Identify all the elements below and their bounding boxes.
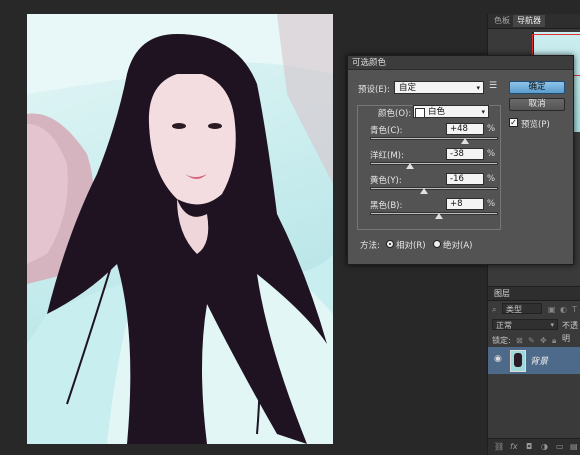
preview-checkbox[interactable]: ✓ (509, 118, 518, 127)
filter-icon[interactable]: ⌕ (492, 303, 496, 316)
layers-panel-title: 图层 (488, 286, 580, 301)
magenta-percent: % (487, 149, 496, 159)
blend-mode-value: 正常 (496, 321, 512, 330)
yellow-slider-thumb[interactable] (419, 188, 428, 194)
filter-pixel-icon[interactable]: ▣ (548, 303, 556, 316)
panel-tabs: 色板 导航器 (488, 14, 580, 29)
selective-color-dialog: 可选颜色 预设(E): 自定 ▾ ☰ 确定 取消 ✓ 预览(P) 颜色(O): … (347, 55, 574, 265)
lock-all-icon[interactable]: 🔒︎ (552, 334, 556, 347)
folder-icon[interactable]: ▭ (556, 442, 564, 451)
black-slider-track[interactable] (370, 212, 498, 215)
method-label: 方法: (360, 241, 380, 251)
cyan-slider-track[interactable] (370, 137, 498, 140)
chevron-down-icon: ▾ (550, 321, 554, 329)
lock-label: 锁定: (492, 336, 511, 345)
magenta-slider-thumb[interactable] (405, 163, 414, 169)
trash-icon[interactable]: ▤ (570, 442, 578, 451)
layer-row-background[interactable]: ◉ 背景 (488, 347, 580, 374)
mask-icon[interactable]: ◘ (526, 442, 532, 451)
colors-label: 颜色(O): (376, 107, 414, 119)
method-absolute-radio[interactable] (433, 240, 441, 248)
dialog-title[interactable]: 可选颜色 (348, 56, 573, 70)
cyan-percent: % (487, 124, 496, 134)
colors-value: 白色 (428, 107, 446, 117)
cyan-slider-thumb[interactable] (460, 138, 469, 144)
black-label: 黑色(B): (370, 201, 403, 211)
preview-label: 预览(P) (521, 120, 550, 130)
ok-button[interactable]: 确定 (509, 81, 565, 94)
layers-footer: ⛓ fx ◘ ◑ ▭ ▤ (488, 438, 580, 455)
black-percent: % (487, 199, 496, 209)
yellow-slider-track[interactable] (370, 187, 498, 190)
black-slider-thumb[interactable] (435, 213, 444, 219)
chevron-down-icon: ▾ (476, 84, 480, 92)
layers-panel: 图层 ⌕ 类型 ▣ ◐ T 正常 ▾ 不透明 锁定: ⊠ ✎ ✥ 🔒︎ ◉ 背景… (488, 286, 580, 455)
method-relative-radio[interactable] (386, 240, 394, 248)
filter-adjust-icon[interactable]: ◐ (560, 303, 567, 316)
checkmark-icon: ✓ (510, 118, 517, 127)
preset-select[interactable]: 自定 ▾ (394, 81, 484, 94)
method-relative-label: 相对(R) (396, 241, 426, 251)
cyan-input[interactable]: +48 (446, 123, 484, 135)
layer-kind-label: 类型 (506, 305, 522, 314)
adjustment-icon[interactable]: ◑ (541, 442, 548, 451)
portrait-image (27, 14, 333, 444)
chevron-down-icon: ▾ (481, 108, 485, 116)
lock-paint-icon[interactable]: ✎ (528, 334, 535, 347)
layer-thumbnail (510, 350, 526, 372)
layer-name: 背景 (530, 357, 549, 367)
layer-kind-filter[interactable]: 类型 (502, 303, 542, 314)
magenta-slider-track[interactable] (370, 162, 498, 165)
magenta-input[interactable]: -38 (446, 148, 484, 160)
tab-swatches[interactable]: 色板 (490, 15, 514, 27)
preset-value: 自定 (399, 83, 417, 93)
black-input[interactable]: +8 (446, 198, 484, 210)
link-icon[interactable]: ⛓ (494, 442, 504, 451)
filter-type-icon[interactable]: T (572, 303, 577, 316)
method-absolute-label: 绝对(A) (443, 241, 473, 251)
yellow-percent: % (487, 174, 496, 184)
magenta-label: 洋红(M): (370, 151, 404, 161)
tab-navigator[interactable]: 导航器 (513, 15, 545, 27)
cancel-button[interactable]: 取消 (509, 98, 565, 111)
eye-icon[interactable]: ◉ (494, 355, 503, 364)
canvas-photo (27, 14, 333, 444)
yellow-input[interactable]: -16 (446, 173, 484, 185)
white-swatch (415, 108, 425, 118)
opacity-label: 不透明 (562, 321, 578, 343)
yellow-label: 黄色(Y): (370, 176, 402, 186)
cyan-label: 青色(C): (370, 126, 403, 136)
lock-pixels-icon[interactable]: ⊠ (516, 334, 523, 347)
blend-mode-select[interactable]: 正常 ▾ (492, 319, 558, 330)
preset-options-icon[interactable]: ☰ (489, 81, 497, 91)
lock-position-icon[interactable]: ✥ (540, 334, 547, 347)
fx-button[interactable]: fx (510, 442, 518, 451)
preset-label: 预设(E): (358, 85, 390, 95)
